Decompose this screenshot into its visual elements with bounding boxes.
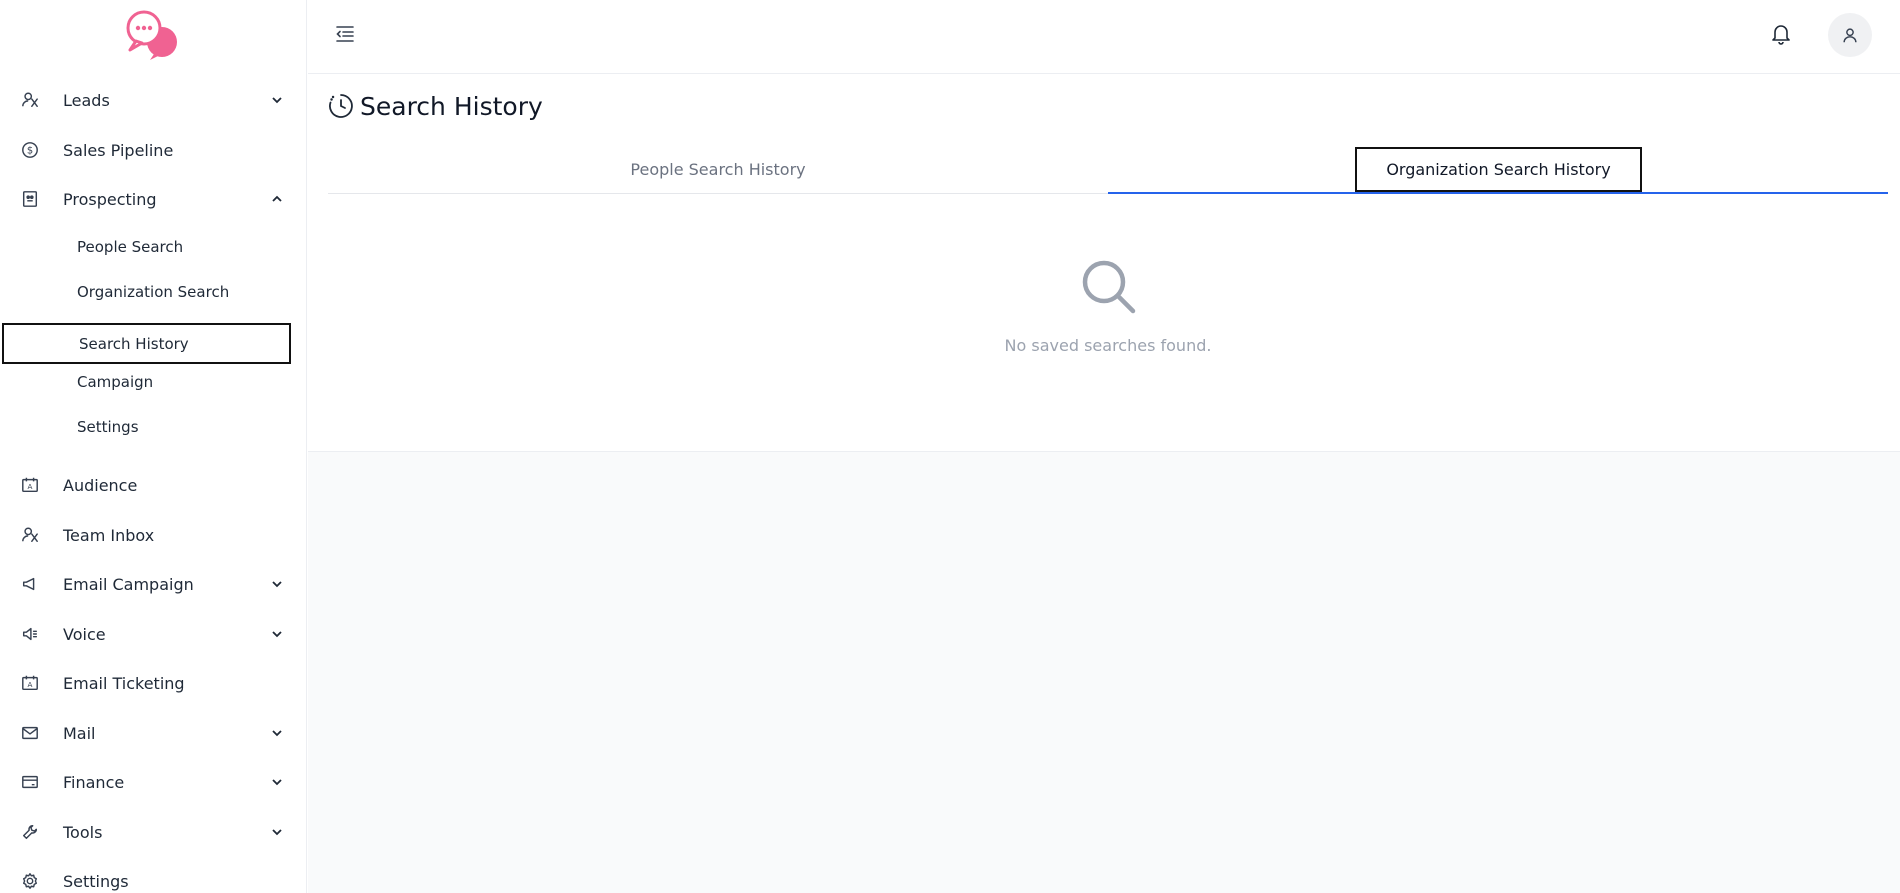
sidebar-item-label: Finance [63,772,125,792]
sidebar-subitem-label: Organization Search [77,283,230,301]
chevron-down-icon[interactable] [270,93,284,107]
user-icon [1843,28,1857,43]
sidebar-item-label: Prospecting [63,189,157,209]
prospecting-icon [20,189,40,209]
menu-collapse-icon[interactable] [334,24,356,44]
sidebar-item-team-inbox[interactable]: Team Inbox [0,515,307,555]
sidebar-subitem-label: People Search [77,238,184,256]
sidebar-item-sales-pipeline[interactable]: $ Sales Pipeline [0,130,307,170]
empty-state: No saved searches found. [908,258,1308,368]
sidebar-item-label: Leads [63,90,110,110]
sidebar-item-mail[interactable]: Mail [0,713,307,753]
sidebar-item-label: Sales Pipeline [63,140,174,160]
tab-people-search-history[interactable]: People Search History [328,145,1108,194]
sidebar-subitem-organization-search[interactable]: Organization Search [0,273,307,311]
svg-text:A: A [28,482,33,491]
sidebar-item-settings[interactable]: Settings [0,861,307,893]
tab-label: People Search History [630,160,806,179]
gear-icon [20,871,40,891]
team-inbox-icon [20,525,40,545]
search-history-tabs: People Search History [328,145,1888,194]
app-logo[interactable] [124,8,182,62]
sidebar-item-voice[interactable]: Voice [0,614,307,654]
page-header: Search History [328,90,543,122]
sidebar-item-label: Settings [63,871,129,891]
audience-icon: A [20,475,40,495]
sidebar-item-audience[interactable]: A Audience [0,465,307,505]
sidebar: Leads $ Sales Pipeline Prospecting Peopl… [0,0,307,893]
empty-state-text: No saved searches found. [1004,336,1212,355]
svg-text:$: $ [27,146,33,157]
sidebar-subitem-people-search[interactable]: People Search [0,228,307,266]
chevron-down-icon[interactable] [270,775,284,789]
sidebar-subitem-settings[interactable]: Settings [0,408,307,446]
sidebar-item-email-ticketing[interactable]: A Email Ticketing [0,663,307,703]
sidebar-subitem-label: Settings [77,418,139,436]
sidebar-item-finance[interactable]: Finance [0,762,307,802]
main-background [308,452,1900,893]
sidebar-subitem-campaign[interactable]: Campaign [0,363,307,401]
top-header [308,0,1900,74]
sidebar-item-email-campaign[interactable]: Email Campaign [0,564,307,604]
sidebar-subitem-label: Search History [79,334,189,353]
sidebar-item-label: Audience [63,475,138,495]
sidebar-item-label: Team Inbox [63,525,155,545]
megaphone-icon [20,574,40,594]
dollar-icon: $ [20,140,40,160]
chevron-down-icon[interactable] [270,627,284,641]
wrench-icon [20,822,40,842]
sidebar-item-label: Email Campaign [63,574,194,594]
sidebar-item-leads[interactable]: Leads [0,80,307,120]
sidebar-subitem-label: Campaign [77,373,154,391]
chevron-up-icon[interactable] [270,192,284,206]
sidebar-item-tools[interactable]: Tools [0,812,307,852]
sidebar-item-label: Tools [63,822,103,842]
search-icon [1080,258,1138,316]
sidebar-item-label: Email Ticketing [63,673,185,693]
page-title: Search History [360,91,543,121]
mail-icon [20,723,40,743]
chevron-down-icon[interactable] [270,825,284,839]
avatar[interactable] [1828,13,1872,57]
tab-organization-search-history[interactable]: Organization Search History [1355,147,1642,192]
speaker-icon [20,624,40,644]
ticket-icon: A [20,673,40,693]
history-clock-icon [328,93,354,119]
sidebar-item-label: Voice [63,624,106,644]
sidebar-item-prospecting[interactable]: Prospecting [0,179,307,219]
sidebar-subitem-search-history[interactable]: Search History [2,323,291,364]
chevron-down-icon[interactable] [270,726,284,740]
chevron-down-icon[interactable] [270,577,284,591]
leads-icon [20,90,40,110]
svg-text:A: A [28,680,33,689]
sidebar-item-label: Mail [63,723,96,743]
tab-label: Organization Search History [1386,160,1611,179]
bell-icon[interactable] [1770,22,1792,46]
card-icon [20,772,40,792]
